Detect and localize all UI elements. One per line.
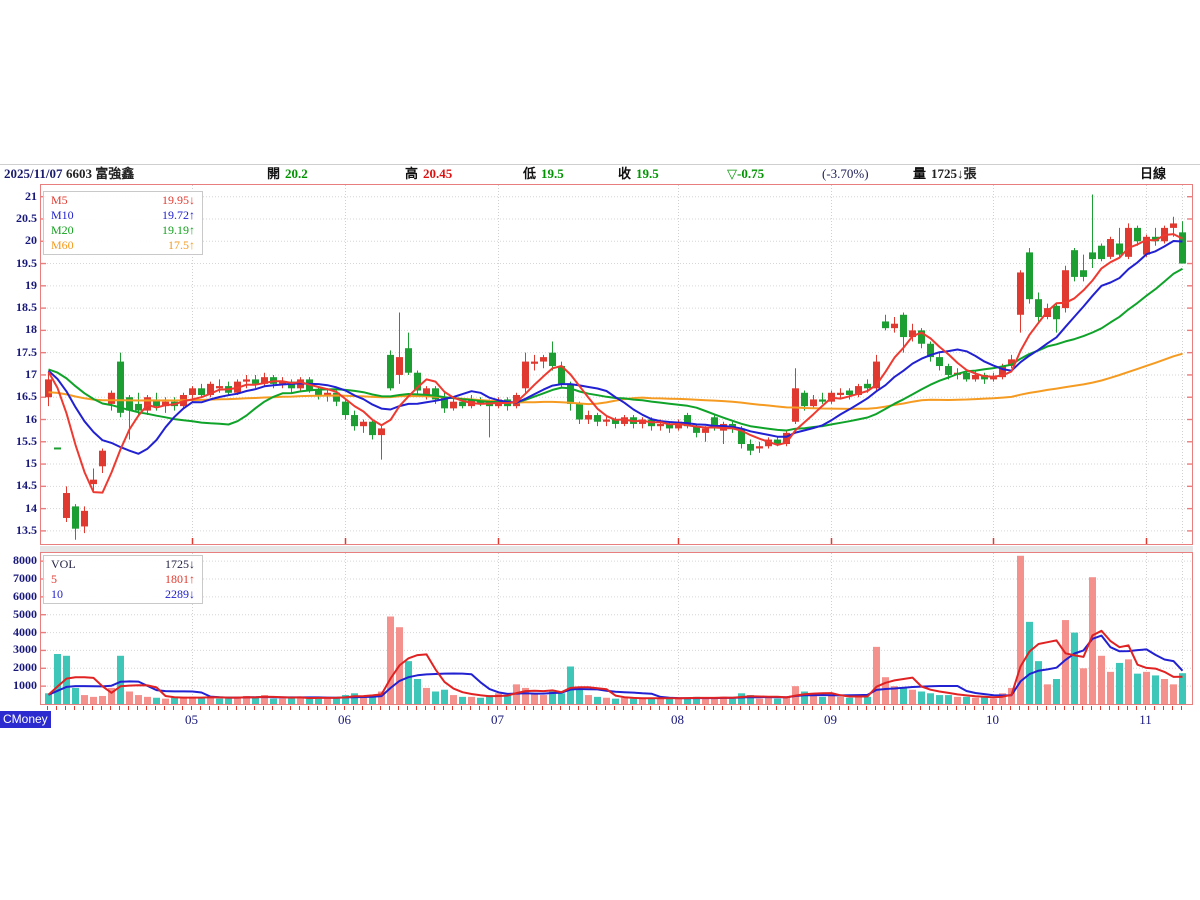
stock-chart-app: { "header": { "date": "2025/11/07", "sto… xyxy=(0,0,1200,900)
price-axis-label: 15 xyxy=(0,457,37,469)
period-selector[interactable]: 日線 xyxy=(1140,166,1166,182)
volume-axis-label: 4000 xyxy=(0,626,37,638)
price-axis-label: 18 xyxy=(0,323,37,335)
month-axis-label: 05 xyxy=(175,712,209,728)
ma-legend-row-value: 19.72↑ xyxy=(162,208,195,223)
close-label: 收 xyxy=(618,166,631,181)
volume-legend: VOL 1725↓ 5 1801↑ 10 2289↓ xyxy=(43,555,203,604)
price-axis-label: 18.5 xyxy=(0,301,37,313)
ma-legend-row-value: 19.19↑ xyxy=(162,223,195,238)
open-group: 開 20.2 xyxy=(267,166,308,182)
volume-legend-row-name: VOL xyxy=(51,557,76,572)
high-group: 高 20.45 xyxy=(405,166,452,182)
volume-axis-label: 6000 xyxy=(0,590,37,602)
month-axis-label: 08 xyxy=(661,712,695,728)
volume-axis-label: 5000 xyxy=(0,608,37,620)
ma-legend-row: M20 19.19↑ xyxy=(44,223,202,238)
close-group: 收 19.5 xyxy=(618,166,659,182)
price-axis-label: 14 xyxy=(0,502,37,514)
cmoney-logo: CMoney xyxy=(0,711,51,728)
price-axis-label: 16 xyxy=(0,413,37,425)
candlestick-chart xyxy=(41,185,1192,544)
volume-legend-row: VOL 1725↓ xyxy=(44,557,202,572)
high-label: 高 xyxy=(405,166,418,181)
ma-legend-row-name: M5 xyxy=(51,193,68,208)
ma-legend-row-name: M20 xyxy=(51,223,74,238)
month-axis-label: 10 xyxy=(976,712,1010,728)
low-group: 低 19.5 xyxy=(523,166,564,182)
close-value: 19.5 xyxy=(636,166,659,181)
month-axis-label: 09 xyxy=(814,712,848,728)
stock-id-name: 6603 富強鑫 xyxy=(66,166,134,182)
ma-legend: M5 19.95↓ M10 19.72↑ M20 19.19↑ M60 17.5↑ xyxy=(43,191,203,255)
price-axis-label: 15.5 xyxy=(0,435,37,447)
price-axis-label: 19 xyxy=(0,279,37,291)
volume-legend-row-name: 10 xyxy=(51,587,63,602)
volume-axis-label: 2000 xyxy=(0,661,37,673)
price-axis-label: 17 xyxy=(0,368,37,380)
change-value: ▽-0.75 xyxy=(727,166,764,182)
price-axis-label: 19.5 xyxy=(0,257,37,269)
price-axis-label: 13.5 xyxy=(0,524,37,536)
x-axis-tick-strip xyxy=(40,706,1193,712)
ma-legend-row-name: M10 xyxy=(51,208,74,223)
ma-legend-row: M60 17.5↑ xyxy=(44,238,202,253)
month-axis-label: 06 xyxy=(328,712,362,728)
ma-legend-row: M5 19.95↓ xyxy=(44,193,202,208)
volume-legend-row-value: 1725↓ xyxy=(165,557,195,572)
high-value: 20.45 xyxy=(423,166,452,181)
volume-value: 1725↓張 xyxy=(931,166,977,181)
price-axis-label: 21 xyxy=(0,190,37,202)
ma-legend-row-value: 17.5↑ xyxy=(168,238,195,253)
price-axis-label: 20 xyxy=(0,234,37,246)
volume-legend-row: 10 2289↓ xyxy=(44,587,202,602)
price-axis-label: 14.5 xyxy=(0,479,37,491)
price-axis-label: 20.5 xyxy=(0,212,37,224)
volume-axis-label: 7000 xyxy=(0,572,37,584)
change-percent: (-3.70%) xyxy=(822,166,869,182)
volume-axis-label: 8000 xyxy=(0,554,37,566)
ma-legend-row-value: 19.95↓ xyxy=(162,193,195,208)
ma-legend-row: M10 19.72↑ xyxy=(44,208,202,223)
month-axis-label: 11 xyxy=(1129,712,1163,728)
quote-date: 2025/11/07 xyxy=(4,166,63,182)
volume-chart xyxy=(41,553,1192,704)
price-chart-panel[interactable] xyxy=(40,184,1193,545)
open-value: 20.2 xyxy=(285,166,308,181)
volume-group: 量 1725↓張 xyxy=(913,166,977,182)
volume-legend-row-value: 2289↓ xyxy=(165,587,195,602)
price-axis-label: 17.5 xyxy=(0,346,37,358)
volume-chart-panel[interactable] xyxy=(40,552,1193,705)
volume-label: 量 xyxy=(913,166,926,181)
header-divider xyxy=(0,164,1200,165)
volume-axis-label: 1000 xyxy=(0,679,37,691)
volume-legend-row-value: 1801↑ xyxy=(165,572,195,587)
open-label: 開 xyxy=(267,166,280,181)
volume-axis-label: 3000 xyxy=(0,643,37,655)
volume-legend-row-name: 5 xyxy=(51,572,57,587)
low-value: 19.5 xyxy=(541,166,564,181)
volume-legend-row: 5 1801↑ xyxy=(44,572,202,587)
ma-legend-row-name: M60 xyxy=(51,238,74,253)
low-label: 低 xyxy=(523,166,536,181)
price-axis-label: 16.5 xyxy=(0,390,37,402)
month-axis-label: 07 xyxy=(481,712,515,728)
